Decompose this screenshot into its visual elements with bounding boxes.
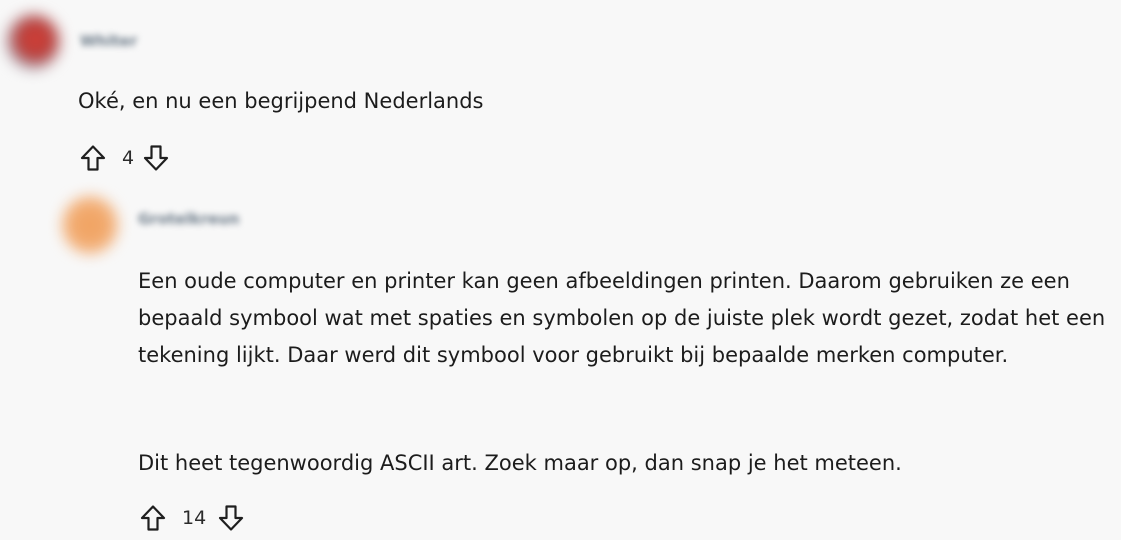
comment-author[interactable]: Whiter	[80, 32, 137, 50]
upvote-arrow-icon	[140, 505, 166, 531]
upvote-arrow-icon	[80, 145, 106, 171]
upvote-button[interactable]	[138, 503, 168, 533]
comment-body-paragraph: Een oude computer en printer kan geen af…	[138, 269, 1106, 367]
downvote-button[interactable]	[141, 143, 171, 173]
comment-body-paragraph: Dit heet tegenwoordig ASCII art. Zoek ma…	[138, 451, 902, 475]
downvote-arrow-icon	[143, 145, 169, 171]
upvote-button[interactable]	[78, 143, 108, 173]
comment-thread: Whiter Oké, en nu een begrijpend Nederla…	[0, 0, 1121, 540]
avatar[interactable]	[62, 196, 118, 254]
avatar[interactable]	[6, 14, 60, 70]
vote-bar: 14	[138, 502, 246, 534]
downvote-button[interactable]	[216, 503, 246, 533]
downvote-arrow-icon	[219, 505, 244, 531]
vote-bar: 4	[78, 142, 171, 174]
comment-body: Oké, en nu een begrijpend Nederlands	[78, 89, 484, 113]
vote-score: 14	[182, 507, 207, 529]
vote-score: 4	[122, 147, 135, 169]
comment-author[interactable]: Grotelkreun	[138, 210, 239, 228]
